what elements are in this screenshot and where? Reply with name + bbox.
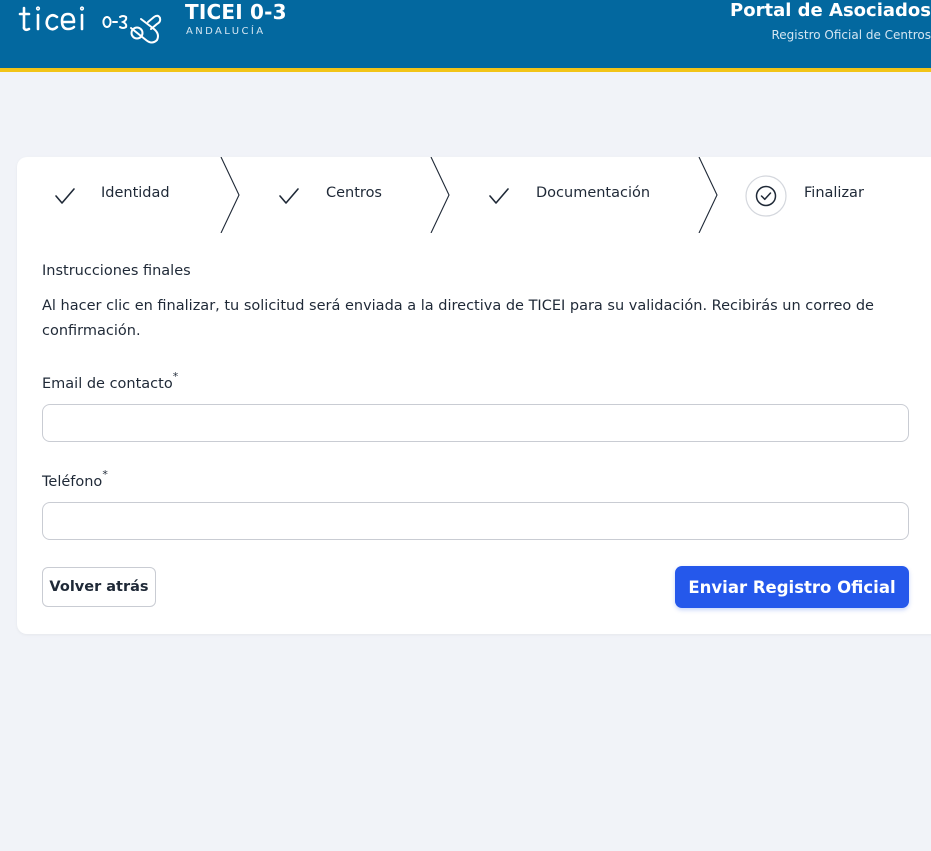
check-icon (489, 188, 509, 204)
registration-card: Identidad Centros Documentación Finaliza… (17, 157, 931, 634)
ticei-logo[interactable] (18, 0, 164, 52)
email-label-text: Email de contacto (42, 375, 173, 392)
required-mark: * (102, 468, 108, 481)
phone-label-text: Teléfono (42, 473, 103, 490)
step-separator-icon (220, 157, 240, 233)
brand-title: TICEI 0-3 (185, 0, 287, 24)
circle-check-icon (745, 175, 787, 217)
check-icon (279, 188, 299, 204)
portal-title: Portal de Asociados (730, 0, 931, 21)
step-separator-icon (430, 157, 450, 233)
step-documentacion[interactable]: Documentación (536, 185, 650, 201)
required-mark: * (172, 370, 179, 383)
step-finalizar[interactable]: Finalizar (804, 185, 864, 201)
back-button[interactable]: Volver atrás (42, 567, 156, 607)
brand-subtitle: ANDALUCÍA (186, 26, 266, 37)
step-centros[interactable]: Centros (326, 185, 382, 201)
app-header: TICEI 0-3 ANDALUCÍA Portal de Asociados … (0, 0, 931, 72)
step-identidad[interactable]: Identidad (101, 185, 170, 201)
submit-registration-button[interactable]: Enviar Registro Oficial (675, 566, 909, 608)
stepper: Identidad Centros Documentación Finaliza… (17, 157, 931, 233)
email-field[interactable] (42, 404, 909, 442)
step-separator-icon (698, 157, 718, 233)
phone-label: Teléfono* (42, 468, 108, 490)
instructions-text: Al hacer clic en finalizar, tu solicitud… (42, 298, 874, 339)
check-icon (55, 188, 75, 204)
email-label: Email de contacto* (42, 370, 179, 392)
phone-field[interactable] (42, 502, 909, 540)
section-title: Instrucciones finales (42, 263, 191, 279)
portal-subtitle: Registro Oficial de Centros (771, 28, 931, 42)
